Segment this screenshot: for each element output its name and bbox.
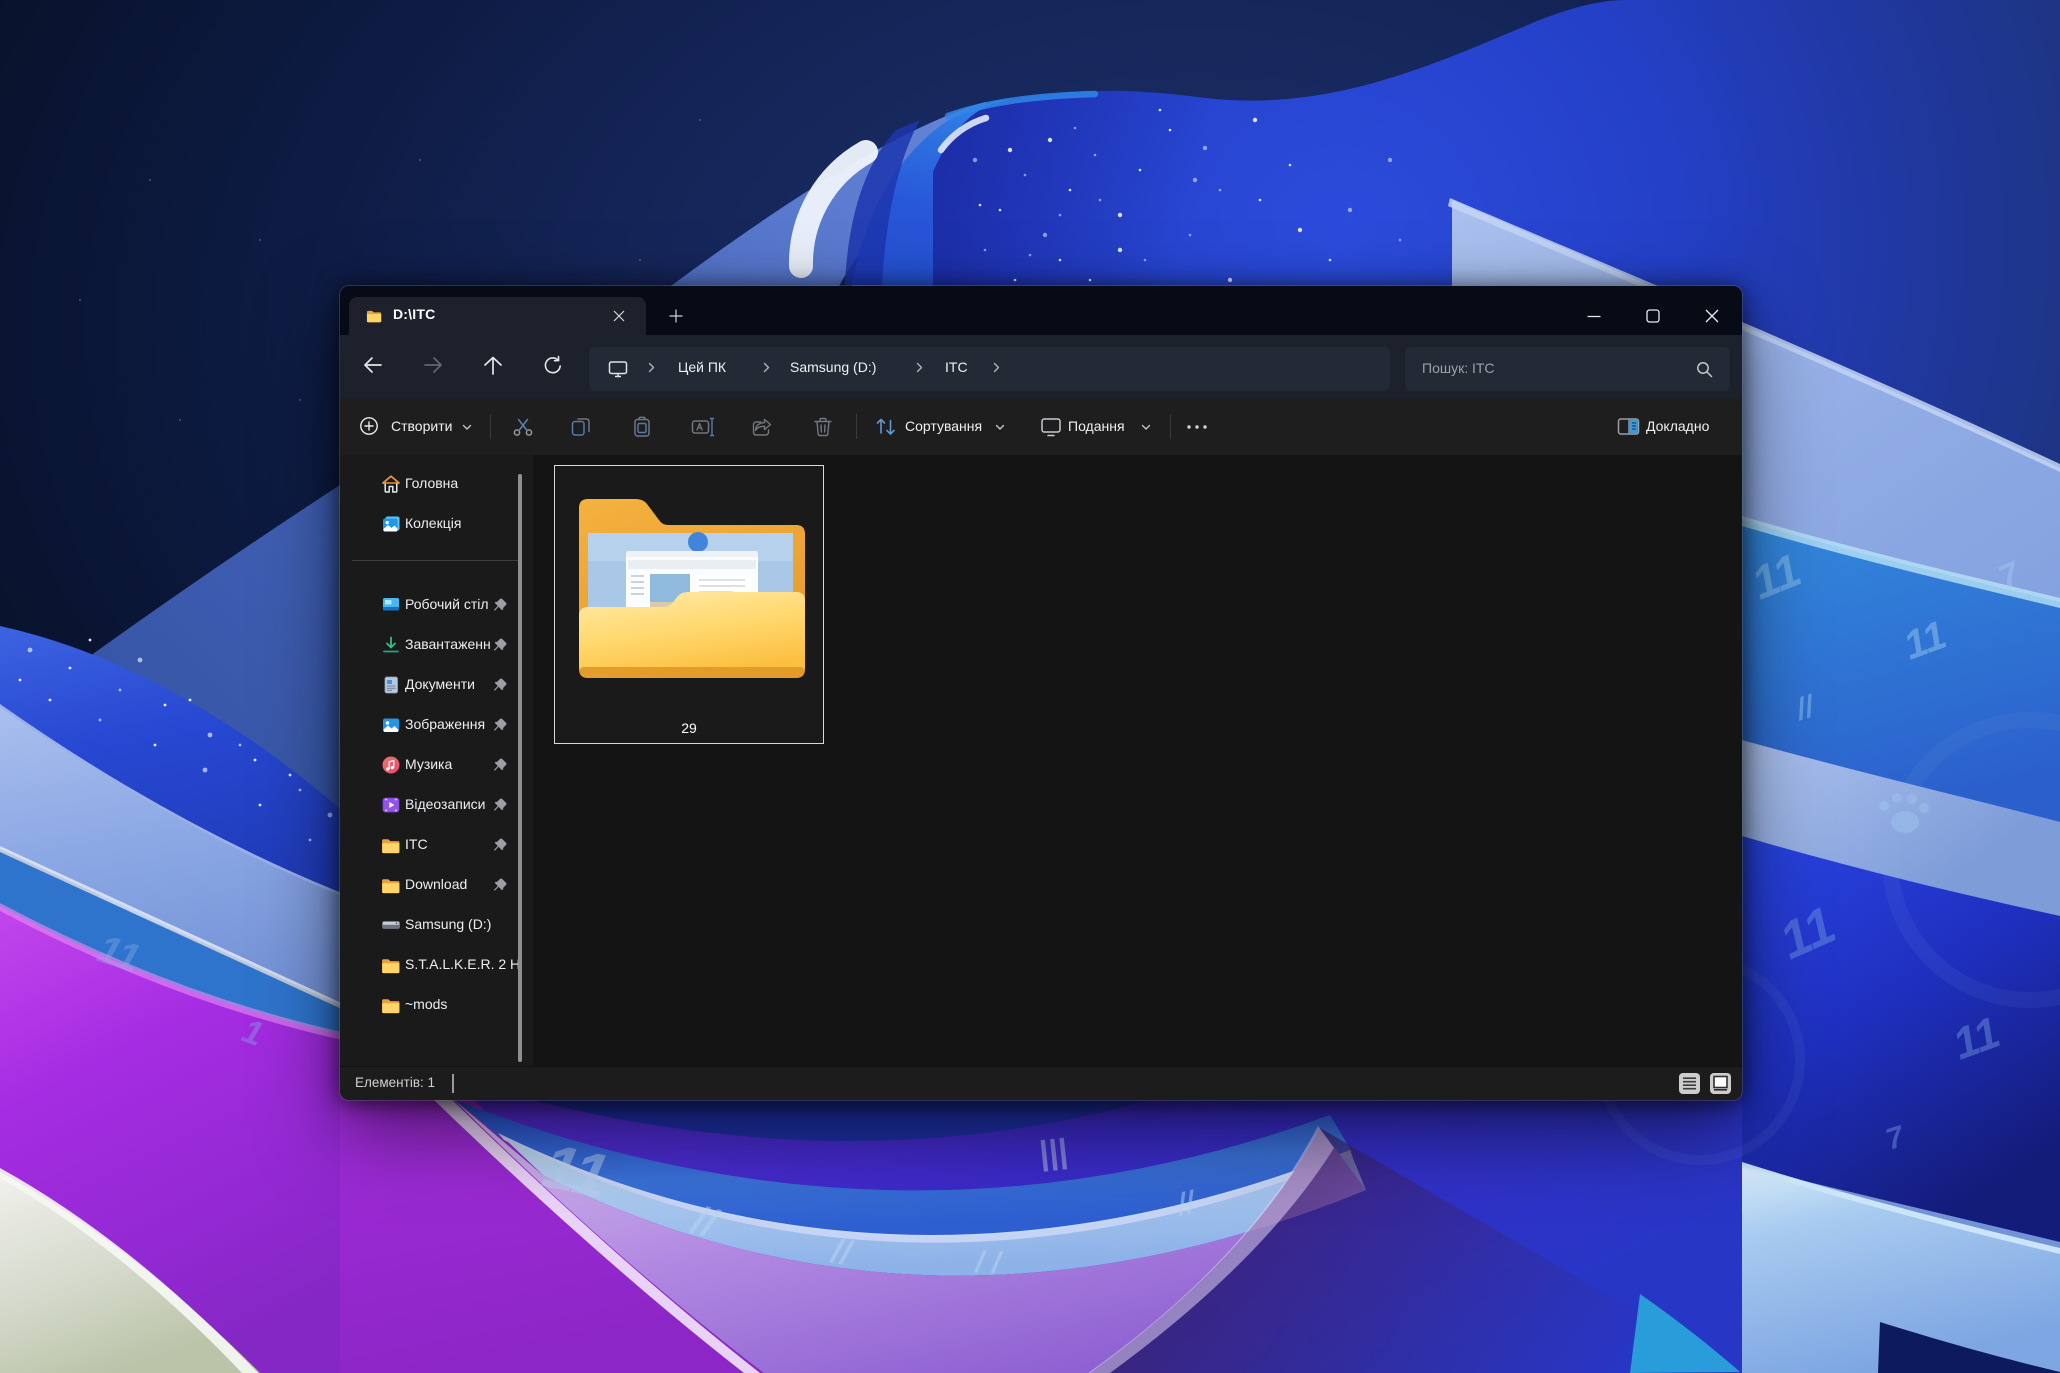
svg-text:|||: ||| [1037, 1132, 1069, 1173]
svg-text:/ /: / / [973, 1246, 1004, 1280]
